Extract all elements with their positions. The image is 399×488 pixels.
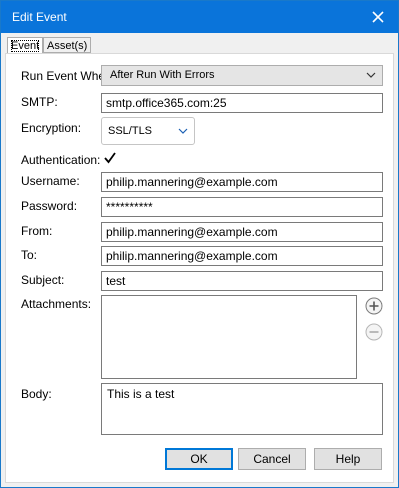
username-label: Username:: [21, 174, 80, 188]
to-label: To:: [21, 248, 38, 262]
title-bar[interactable]: Edit Event: [1, 1, 398, 33]
chevron-down-icon: [366, 72, 376, 78]
checkmark-icon: [104, 152, 116, 164]
run-when-dropdown[interactable]: After Run With Errors: [101, 65, 383, 86]
tab-assets-label: Asset(s): [47, 40, 88, 52]
close-icon: [372, 11, 384, 23]
attachments-list[interactable]: [101, 295, 357, 379]
plus-circle-icon: [365, 297, 383, 315]
body-textarea[interactable]: This is a test: [101, 383, 383, 435]
run-when-value: After Run With Errors: [110, 69, 215, 81]
authentication-checkbox[interactable]: [103, 151, 117, 165]
from-field[interactable]: philip.mannering@example.com: [101, 222, 383, 242]
window-title: Edit Event: [12, 10, 67, 24]
tab-event-label: Event: [11, 40, 40, 52]
ok-button[interactable]: OK: [165, 448, 233, 470]
subject-label: Subject:: [21, 273, 65, 287]
smtp-label: SMTP:: [21, 95, 58, 109]
body-label: Body:: [21, 387, 52, 401]
subject-field[interactable]: test: [101, 271, 383, 291]
attachments-label: Attachments:: [21, 297, 92, 311]
minus-circle-icon: [365, 323, 383, 341]
to-field[interactable]: philip.mannering@example.com: [101, 246, 383, 266]
remove-attachment-button[interactable]: [365, 323, 383, 341]
close-button[interactable]: [358, 1, 398, 33]
tab-assets[interactable]: Asset(s): [43, 37, 92, 53]
add-attachment-button[interactable]: [365, 297, 383, 315]
tab-event[interactable]: Event: [7, 37, 44, 54]
help-button[interactable]: Help: [314, 448, 382, 470]
encryption-dropdown[interactable]: SSL/TLS: [101, 117, 195, 145]
password-label: Password:: [21, 199, 78, 213]
password-field[interactable]: **********: [101, 197, 383, 217]
authentication-label: Authentication:: [21, 153, 101, 167]
encryption-value: SSL/TLS: [108, 125, 153, 137]
cancel-button[interactable]: Cancel: [238, 448, 306, 470]
chevron-down-icon: [178, 128, 188, 134]
from-label: From:: [21, 224, 53, 238]
username-field[interactable]: philip.mannering@example.com: [101, 172, 383, 192]
edit-event-dialog: Edit Event Event Asset(s) Run Event When…: [0, 0, 399, 488]
encryption-label: Encryption:: [21, 121, 82, 135]
smtp-field[interactable]: smtp.office365.com:25: [101, 93, 383, 113]
